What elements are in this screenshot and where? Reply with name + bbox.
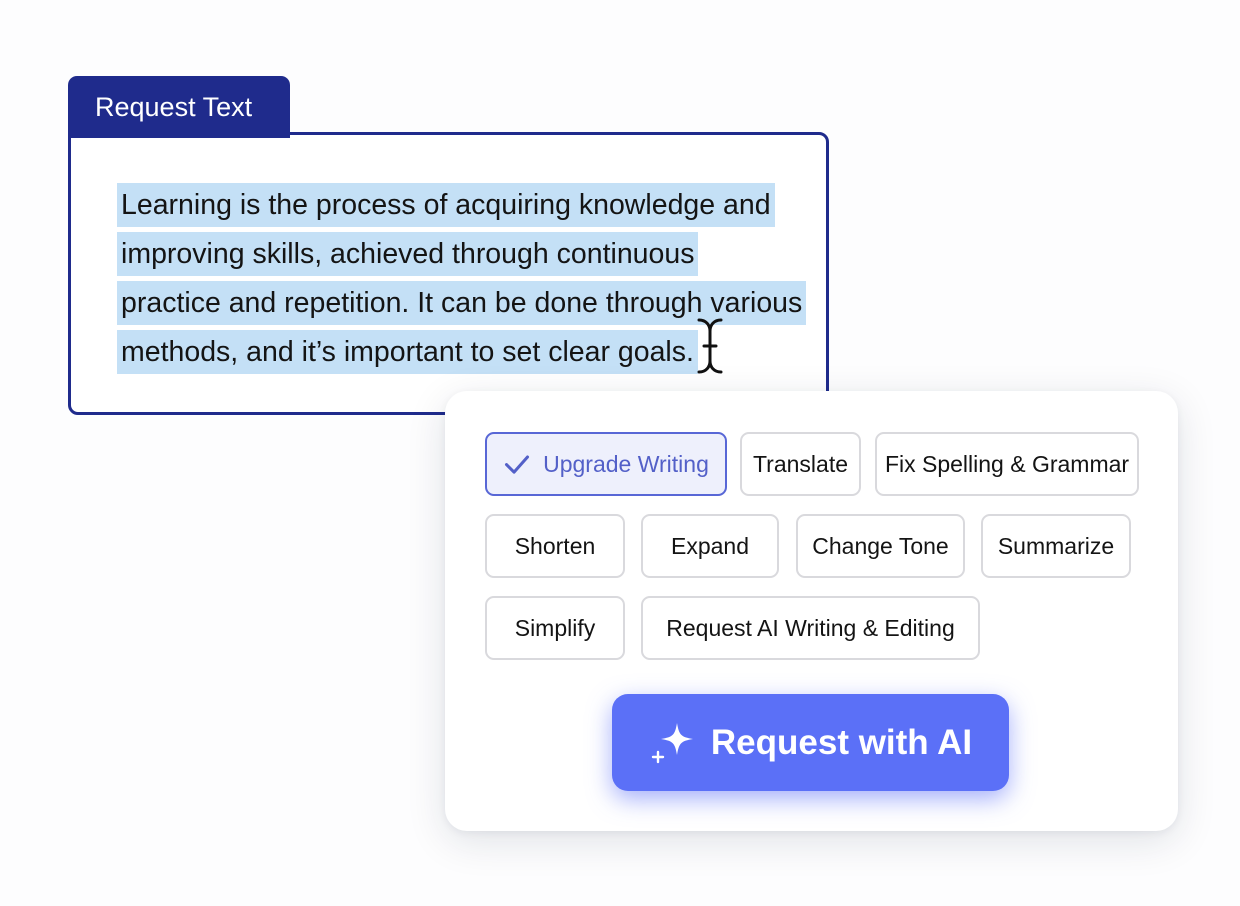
change-tone-option[interactable]: Change Tone bbox=[796, 514, 965, 578]
request-with-ai-label: Request with AI bbox=[710, 722, 973, 762]
summarize-option[interactable]: Summarize bbox=[981, 514, 1131, 578]
simplify-option[interactable]: Simplify bbox=[485, 596, 625, 660]
option-label: Translate bbox=[752, 450, 849, 477]
option-label: Upgrade Writing bbox=[543, 450, 709, 477]
request-ai-writing-editing-option[interactable]: Request AI Writing & Editing bbox=[641, 596, 980, 660]
text-cursor-icon bbox=[697, 318, 723, 374]
shorten-option[interactable]: Shorten bbox=[485, 514, 625, 578]
fix-spelling-grammar-option[interactable]: Fix Spelling & Grammar bbox=[875, 432, 1139, 496]
option-label: Request AI Writing & Editing bbox=[666, 614, 955, 641]
option-label: Shorten bbox=[514, 532, 596, 559]
check-icon bbox=[505, 455, 530, 474]
request-text-tab-label: Request Text bbox=[95, 92, 253, 122]
translate-option[interactable]: Translate bbox=[740, 432, 861, 496]
expand-option[interactable]: Expand bbox=[641, 514, 779, 578]
upgrade-writing-option[interactable]: Upgrade Writing bbox=[485, 432, 727, 496]
option-label: Fix Spelling & Grammar bbox=[884, 450, 1130, 477]
text-line: methods, and it’s important to set clear… bbox=[117, 330, 698, 374]
request-text-tab[interactable]: Request Text bbox=[68, 76, 290, 138]
option-label: Change Tone bbox=[812, 532, 949, 559]
sparkle-icon bbox=[651, 722, 693, 763]
ai-actions-panel: Upgrade Writing Translate Fix Spelling &… bbox=[445, 391, 1178, 831]
option-label: Simplify bbox=[514, 614, 596, 641]
text-line: improving skills, achieved through conti… bbox=[117, 232, 699, 276]
text-line: Learning is the process of acquiring kno… bbox=[117, 183, 775, 227]
request-with-ai-button[interactable]: Request with AI bbox=[612, 694, 1009, 791]
option-label: Summarize bbox=[997, 532, 1115, 559]
option-label: Expand bbox=[670, 532, 749, 559]
request-text-editor[interactable]: Learning is the process of acquiring kno… bbox=[68, 132, 829, 415]
